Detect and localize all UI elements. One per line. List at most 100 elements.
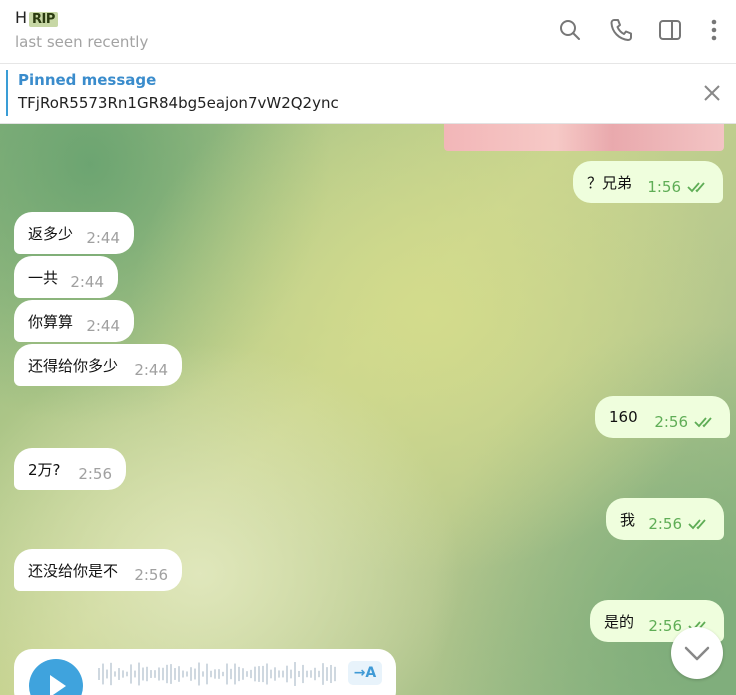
waveform-bar xyxy=(230,668,232,680)
search-icon[interactable] xyxy=(557,17,583,43)
waveform-bar xyxy=(218,669,220,679)
waveform-bar xyxy=(162,667,164,681)
waveform-bar xyxy=(122,670,124,678)
pinned-label: Pinned message xyxy=(18,71,157,89)
waveform-bar xyxy=(190,667,192,681)
message-text: 一共 xyxy=(28,268,59,287)
waveform-bar xyxy=(138,662,140,686)
waveform-bar xyxy=(118,668,120,680)
message-bubble[interactable]: 你算算 2:44 xyxy=(14,300,134,342)
message-time: 2:44 xyxy=(70,273,104,291)
message-text: 2万? xyxy=(28,460,61,479)
voice-message[interactable]: →A xyxy=(14,649,396,695)
waveform-bar xyxy=(186,671,188,677)
waveform-bar xyxy=(250,669,252,679)
waveform-bar xyxy=(174,668,176,680)
message-time: 2:56 xyxy=(134,566,168,584)
message-bubble[interactable]: 还得给你多少 2:44 xyxy=(14,344,182,386)
message-text: ？兄弟 xyxy=(587,173,633,192)
waveform-bar xyxy=(298,670,300,678)
pinned-message-bar[interactable]: Pinned message TFjRoR5573Rn1GR84bg5eajon… xyxy=(0,64,736,124)
waveform-bar xyxy=(270,669,272,679)
message-time: 1:56 xyxy=(647,178,681,196)
waveform-bar xyxy=(246,671,248,677)
message-text: 160 xyxy=(609,408,638,426)
transcribe-button[interactable]: →A xyxy=(348,661,382,685)
message-text: 我 xyxy=(620,510,636,529)
chevron-down-icon xyxy=(684,646,710,661)
sidebar-toggle-icon[interactable] xyxy=(657,17,683,43)
double-check-icon xyxy=(688,519,706,530)
waveform-bar xyxy=(266,663,268,685)
message-text: 还没给你是不 xyxy=(28,561,119,580)
waveform-bar xyxy=(330,664,332,684)
waveform-bar xyxy=(314,667,316,681)
waveform-bar xyxy=(234,663,236,685)
message-time: 2:56 xyxy=(648,515,682,533)
play-icon[interactable] xyxy=(29,659,83,695)
waveform-bar xyxy=(254,666,256,682)
waveform-bar xyxy=(130,664,132,684)
message-bubble[interactable]: 我 2:56 xyxy=(606,498,724,540)
waveform-bar xyxy=(334,666,336,682)
waveform-bar xyxy=(282,670,284,678)
waveform-bar xyxy=(198,662,200,686)
waveform-bar xyxy=(110,662,112,686)
message-bubble[interactable]: 还没给你是不 2:56 xyxy=(14,549,182,591)
photo-message[interactable] xyxy=(444,124,724,151)
chat-name: H xyxy=(15,8,28,27)
close-icon[interactable] xyxy=(702,83,722,103)
waveform-bar xyxy=(182,670,184,678)
message-bubble[interactable]: 一共 2:44 xyxy=(14,256,118,298)
waveform-bar xyxy=(166,664,168,684)
waveform-bar xyxy=(206,663,208,685)
waveform-bar xyxy=(326,667,328,681)
message-text: 还得给你多少 xyxy=(28,356,119,375)
message-time: 2:44 xyxy=(86,229,120,247)
message-bubble[interactable]: 160 2:56 xyxy=(595,396,730,438)
waveform-bar xyxy=(98,668,100,680)
waveform-bar xyxy=(142,667,144,681)
pinned-text: TFjRoR5573Rn1GR84bg5eajon7vW2Q2ync xyxy=(18,94,339,112)
waveform-bar xyxy=(170,664,172,684)
chat-title[interactable]: H RIP xyxy=(15,8,58,27)
waveform-bar xyxy=(286,665,288,683)
waveform[interactable] xyxy=(98,659,338,689)
waveform-bar xyxy=(158,667,160,681)
waveform-bar xyxy=(102,663,104,685)
waveform-bar xyxy=(214,669,216,679)
waveform-bar xyxy=(150,670,152,678)
message-time: 2:56 xyxy=(654,413,688,431)
waveform-bar xyxy=(202,671,204,677)
message-bubble[interactable]: ？兄弟 1:56 xyxy=(573,161,723,203)
name-badge: RIP xyxy=(29,12,58,27)
message-time: 2:56 xyxy=(78,465,112,483)
waveform-bar xyxy=(106,669,108,679)
message-bubble[interactable]: 返多少 2:44 xyxy=(14,212,134,254)
chat-status: last seen recently xyxy=(15,33,149,51)
waveform-bar xyxy=(178,666,180,682)
waveform-bar xyxy=(242,668,244,680)
waveform-bar xyxy=(306,670,308,678)
chat-header: H RIP last seen recently xyxy=(0,0,736,64)
waveform-bar xyxy=(210,670,212,678)
waveform-bar xyxy=(310,670,312,678)
waveform-bar xyxy=(278,670,280,678)
waveform-bar xyxy=(126,671,128,677)
waveform-bar xyxy=(290,669,292,679)
waveform-bar xyxy=(238,666,240,682)
pinned-accent-bar xyxy=(6,70,8,116)
phone-icon[interactable] xyxy=(608,17,634,43)
waveform-bar xyxy=(222,671,224,677)
waveform-bar xyxy=(318,670,320,678)
more-vertical-icon[interactable] xyxy=(701,17,727,43)
waveform-bar xyxy=(322,663,324,685)
message-text: 是的 xyxy=(604,612,635,631)
message-bubble[interactable]: 2万? 2:56 xyxy=(14,448,126,490)
waveform-bar xyxy=(194,668,196,680)
double-check-icon xyxy=(694,417,712,428)
message-time: 2:44 xyxy=(134,361,168,379)
scroll-down-button[interactable] xyxy=(671,627,723,679)
waveform-bar xyxy=(146,666,148,682)
message-list[interactable]: ？兄弟 1:56 返多少 2:44 一共 2:44 你算算 2:44 还得给你多… xyxy=(0,124,736,695)
